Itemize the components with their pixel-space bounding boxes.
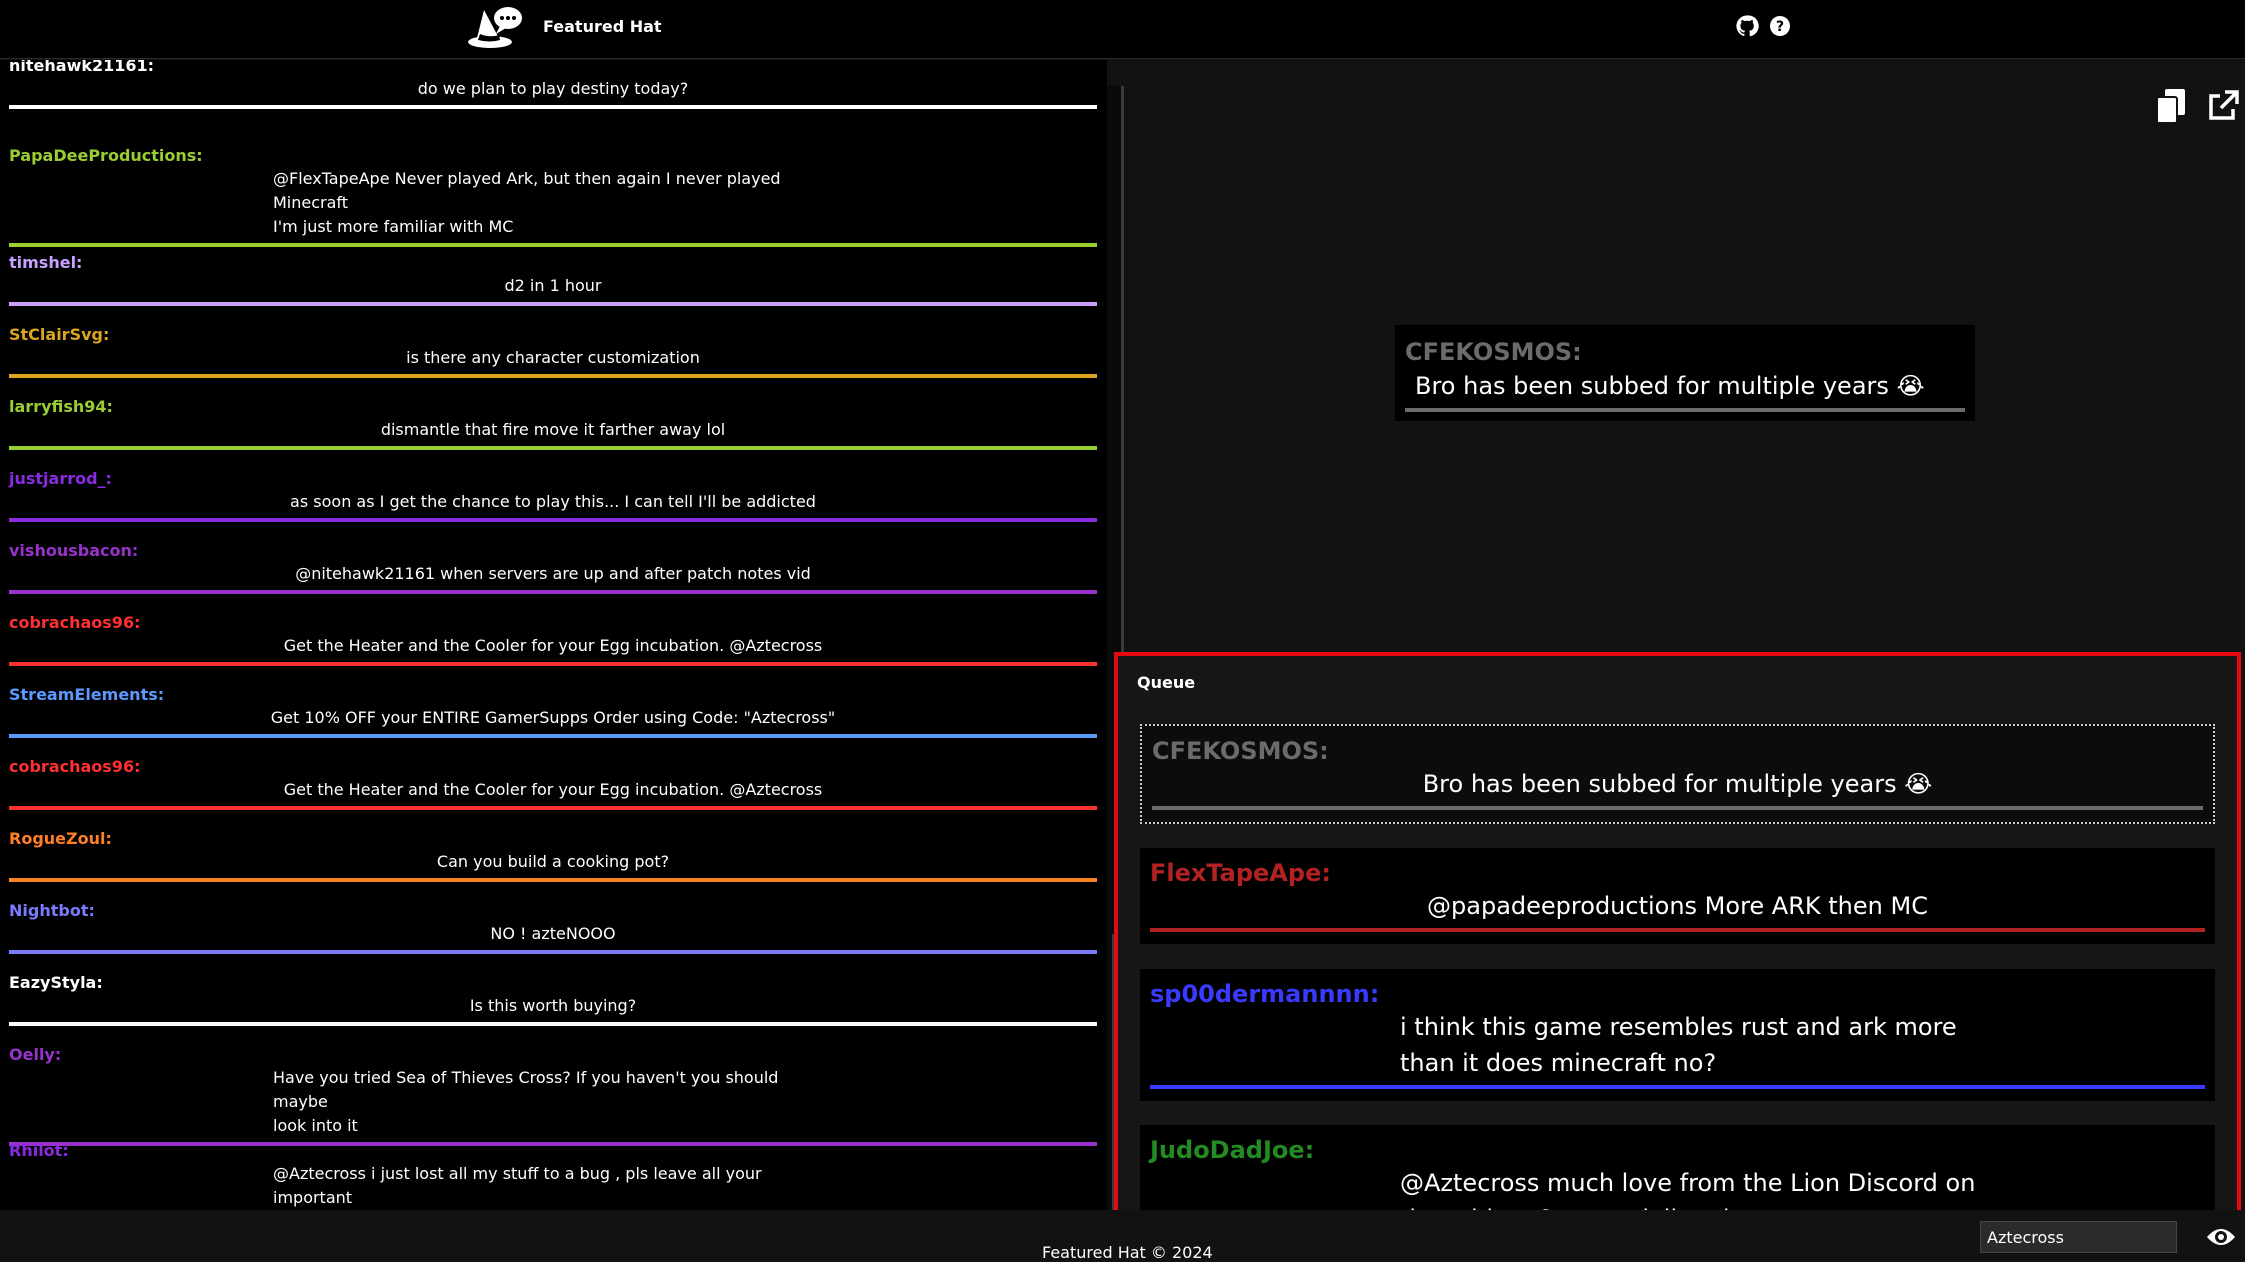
chat-username[interactable]: StClairSvg: xyxy=(9,324,1097,346)
chat-message-underline xyxy=(9,590,1097,594)
queue-username: JudoDadJoe: xyxy=(1150,1136,1315,1164)
chat-message-underline xyxy=(9,446,1097,450)
chat-message[interactable]: RogueZoul: Can you build a cooking pot? xyxy=(9,828,1097,882)
queue-item[interactable]: sp00dermannnn: i think this game resemble… xyxy=(1140,969,2215,1101)
wizard-hat-logo-icon[interactable] xyxy=(466,4,524,50)
github-icon[interactable] xyxy=(1735,14,1759,38)
chat-message-text: is there any character customization xyxy=(406,348,700,367)
chat-message-text: as soon as I get the chance to play this… xyxy=(290,492,816,511)
chat-message-text: @nitehawk21161 when servers are up and a… xyxy=(295,564,811,583)
chat-message-text: Get the Heater and the Cooler for your E… xyxy=(283,636,823,655)
app-title[interactable]: Featured Hat xyxy=(543,17,662,37)
chat-message[interactable]: cobrachaos96: Get the Heater and the Cool… xyxy=(9,612,1097,666)
chat-message-text: @Aztecross i just lost all my stuff to a… xyxy=(273,1164,762,1207)
featured-username: CFEKOSMOS: xyxy=(1405,338,1582,366)
chat-message-underline xyxy=(9,374,1097,378)
chat-message[interactable]: Oelly: Have you tried Sea of Thieves Cros… xyxy=(9,1044,1097,1146)
chat-message-underline xyxy=(9,302,1097,306)
featured-message-text: Bro has been subbed for multiple years 😭 xyxy=(1415,372,1925,400)
queue-title: Queue xyxy=(1137,673,1196,692)
copyright-text: Featured Hat © 2024 xyxy=(1042,1243,1213,1262)
svg-text:?: ? xyxy=(1776,19,1784,35)
chat-message-text: dismantle that fire move it farther away… xyxy=(380,420,726,439)
chat-message[interactable]: vishousbacon: @nitehawk21161 when servers… xyxy=(9,540,1097,594)
chat-username[interactable]: Rhilot: xyxy=(9,1140,1097,1162)
chat-message-underline xyxy=(9,662,1097,666)
chat-username[interactable]: larryfish94: xyxy=(9,396,1097,418)
queue-message-text: Bro has been subbed for multiple years 😭 xyxy=(1422,770,1933,798)
chat-username[interactable]: nitehawk21161: xyxy=(9,60,1097,77)
featured-underline xyxy=(1405,408,1965,412)
chat-message-text: Get 10% OFF your ENTIRE GamerSupps Order… xyxy=(270,708,836,727)
chat-message-text: I'm just more familiar with MC xyxy=(273,217,514,236)
chat-username[interactable]: vishousbacon: xyxy=(9,540,1097,562)
chat-username[interactable]: Oelly: xyxy=(9,1044,1097,1066)
chat-username[interactable]: cobrachaos96: xyxy=(9,756,1097,778)
featured-message-preview: CFEKOSMOS: Bro has been subbed for multi… xyxy=(1395,325,1975,421)
chat-message-text: look into it xyxy=(273,1116,358,1135)
queue-message-text: i think this game resembles rust and ark… xyxy=(1400,1013,1957,1041)
copy-icon[interactable] xyxy=(2157,89,2185,123)
chat-message-list[interactable]: nitehawk21161: do we plan to play destiny… xyxy=(0,60,1107,1210)
chat-message[interactable]: larryfish94: dismantle that fire move it … xyxy=(9,396,1097,450)
chat-message-underline xyxy=(9,518,1097,522)
queue-username: FlexTapeApe: xyxy=(1150,859,1331,887)
queue-message-text: than it does minecraft no? xyxy=(1400,1049,1717,1077)
chat-message[interactable]: justjarrod_:as soon as I get the chance … xyxy=(9,468,1097,522)
chat-message[interactable]: EazyStyla: Is this worth buying? xyxy=(9,972,1097,1026)
chat-message[interactable]: cobrachaos96: Get the Heater and the Cool… xyxy=(9,756,1097,810)
queue-item-selected[interactable]: CFEKOSMOS: Bro has been subbed for multip… xyxy=(1140,724,2215,824)
queue-message-text: @Aztecross much love from the Lion Disco… xyxy=(1400,1169,1976,1197)
chat-message[interactable]: timshel: d2 in 1 hour xyxy=(9,252,1097,306)
top-bar: Featured Hat ? xyxy=(0,0,2245,59)
chat-username[interactable]: PapaDeeProductions: xyxy=(9,145,1097,167)
chat-username[interactable]: StreamElements: xyxy=(9,684,1097,706)
chat-username[interactable]: justjarrod_: xyxy=(9,468,1097,490)
chat-username[interactable]: RogueZoul: xyxy=(9,828,1097,850)
chat-message-text: Is this worth buying? xyxy=(469,996,637,1015)
queue-item[interactable]: FlexTapeApe: @papadeeproductions More ARK… xyxy=(1140,848,2215,944)
chat-message-underline xyxy=(9,806,1097,810)
queue-username: sp00dermannnn: xyxy=(1150,980,1380,1008)
chat-message-text: Get the Heater and the Cooler for your E… xyxy=(283,780,823,799)
chat-message[interactable]: PapaDeeProductions: @FlexTapeApe Never pl… xyxy=(9,145,1097,247)
chat-username[interactable]: Nightbot: xyxy=(9,900,1097,922)
chat-message-text: @FlexTapeApe Never played Ark, but then … xyxy=(273,169,781,212)
external-link-icon[interactable] xyxy=(2207,90,2239,122)
chat-message-underline xyxy=(9,105,1097,109)
chat-username[interactable]: EazyStyla: xyxy=(9,972,1097,994)
chat-message-text: Can you build a cooking pot? xyxy=(436,852,670,871)
chat-message-text: d2 in 1 hour xyxy=(504,276,602,295)
chat-username[interactable]: cobrachaos96: xyxy=(9,612,1097,634)
chat-message-text: do we plan to play destiny today? xyxy=(417,79,689,98)
chat-message-underline xyxy=(9,878,1097,882)
chat-message-underline xyxy=(9,243,1097,247)
chat-message[interactable]: StClairSvg: is there any character custom… xyxy=(9,324,1097,378)
chat-message[interactable]: Nightbot: NO ! azteNOOO xyxy=(9,900,1097,954)
chat-message[interactable]: Rhilot: @Aztecross i just lost all my stu… xyxy=(9,1140,1097,1210)
chat-message-underline xyxy=(9,950,1097,954)
chat-message-text: Have you tried Sea of Thieves Cross? If … xyxy=(273,1068,779,1111)
eye-icon[interactable] xyxy=(2206,1224,2236,1250)
chat-message[interactable]: StreamElements: Get 10% OFF your ENTIRE G… xyxy=(9,684,1097,738)
queue-message-text: @papadeeproductions More ARK then MC xyxy=(1427,892,1928,920)
channel-input[interactable] xyxy=(1980,1221,2177,1253)
chat-message-underline xyxy=(9,734,1097,738)
chat-message-text: NO ! azteNOOO xyxy=(490,924,616,943)
chat-username[interactable]: timshel: xyxy=(9,252,1097,274)
chat-message[interactable]: nitehawk21161: do we plan to play destiny… xyxy=(9,60,1097,109)
help-icon[interactable]: ? xyxy=(1768,14,1792,38)
queue-panel: Queue CFEKOSMOS: Bro has been subbed for … xyxy=(1114,652,2241,1252)
chat-message-underline xyxy=(9,1022,1097,1026)
queue-username: CFEKOSMOS: xyxy=(1152,737,1329,765)
